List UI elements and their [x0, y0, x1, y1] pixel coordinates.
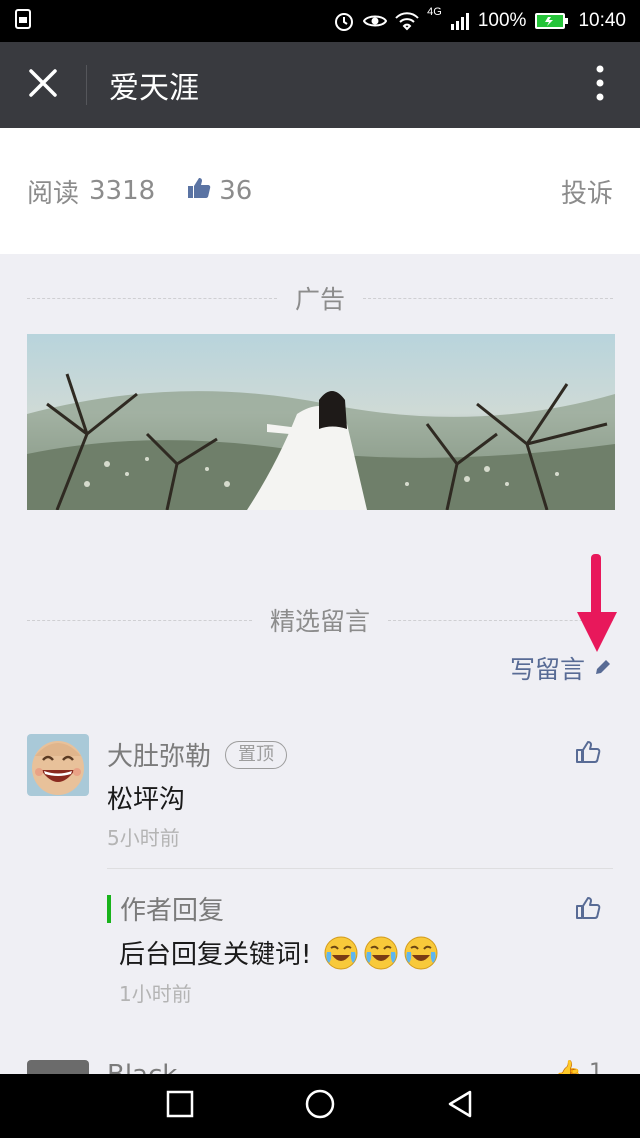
- face-tears-of-joy-icon: [324, 936, 358, 969]
- comment-time: 5小时前: [107, 826, 180, 850]
- divider-left: [27, 619, 252, 621]
- face-tears-of-joy-icon: [404, 936, 438, 969]
- clock-time: 10:40: [578, 10, 626, 31]
- like-count: 36: [219, 176, 253, 206]
- title-divider: [86, 65, 87, 105]
- pinned-badge: 置顶: [225, 740, 288, 769]
- alarm-icon: [333, 10, 355, 32]
- more-icon: [596, 65, 604, 105]
- home-circle-icon: [304, 1088, 336, 1124]
- comments-heading: 精选留言: [27, 602, 614, 638]
- annotation-arrow-icon: [575, 554, 619, 658]
- system-nav-bar: [0, 1074, 640, 1138]
- signal-icon: [450, 11, 470, 31]
- report-link[interactable]: 投诉: [561, 173, 613, 210]
- close-button[interactable]: [0, 42, 86, 128]
- network-type: 4G: [427, 6, 442, 18]
- read-count: 3318: [89, 176, 156, 206]
- article-stats: 阅读 3318 36 投诉: [0, 128, 640, 254]
- pencil-icon: [593, 654, 613, 683]
- thumb-up-icon: [575, 897, 601, 924]
- comment-item: Black 👍 1: [27, 1056, 613, 1076]
- write-comment-label: 写留言: [509, 655, 585, 684]
- reply-header: 作者回复: [107, 890, 224, 927]
- comment-text: 松坪沟: [107, 785, 186, 815]
- page-title: 爱天涯: [109, 71, 199, 106]
- ad-heading-label: 广告: [295, 285, 346, 314]
- comments-heading-label: 精选留言: [270, 607, 371, 636]
- author-reply: 作者回复 后台回复关键词! 1小时前: [107, 890, 613, 1010]
- reply-text-content: 后台回复关键词!: [119, 940, 312, 970]
- sim-card-icon: [14, 8, 34, 34]
- thumb-up-icon: [575, 741, 601, 768]
- title-bar: 爱天涯: [0, 42, 640, 128]
- recents-button[interactable]: [150, 1076, 210, 1136]
- comment-author-name[interactable]: 大肚弥勒: [107, 736, 211, 773]
- back-triangle-icon: [446, 1089, 474, 1123]
- comment-divider: [107, 868, 613, 869]
- back-button[interactable]: [430, 1076, 490, 1136]
- comment-author: 大肚弥勒 置顶: [107, 736, 288, 773]
- write-comment-button[interactable]: 写留言: [510, 650, 613, 686]
- read-label: 阅读: [27, 178, 80, 209]
- author-indicator-bar: [107, 894, 111, 923]
- emoji-group: [323, 935, 439, 971]
- reply-time: 1小时前: [119, 982, 192, 1006]
- home-button[interactable]: [290, 1076, 350, 1136]
- article-like-button[interactable]: 36: [187, 176, 252, 206]
- thumb-up-icon: [187, 176, 211, 206]
- more-options-button[interactable]: [560, 42, 640, 128]
- ad-heading: 广告: [27, 280, 614, 316]
- recents-square-icon: [166, 1090, 194, 1122]
- status-bar: 4G 100% 10:40: [0, 0, 640, 42]
- battery-icon: [534, 11, 570, 31]
- reply-text: 后台回复关键词!: [119, 934, 439, 971]
- reply-label: 作者回复: [120, 896, 225, 926]
- wifi-icon: [395, 11, 419, 31]
- eye-icon: [363, 12, 388, 30]
- close-icon: [27, 67, 59, 103]
- face-tears-of-joy-icon: [364, 936, 398, 969]
- reply-like-button[interactable]: [575, 896, 601, 924]
- divider-right: [363, 297, 614, 299]
- battery-percent: 100%: [477, 10, 527, 31]
- divider-left: [27, 297, 277, 299]
- avatar[interactable]: [27, 734, 89, 796]
- comment-like-button[interactable]: [575, 740, 601, 768]
- ad-banner-image[interactable]: [27, 334, 615, 510]
